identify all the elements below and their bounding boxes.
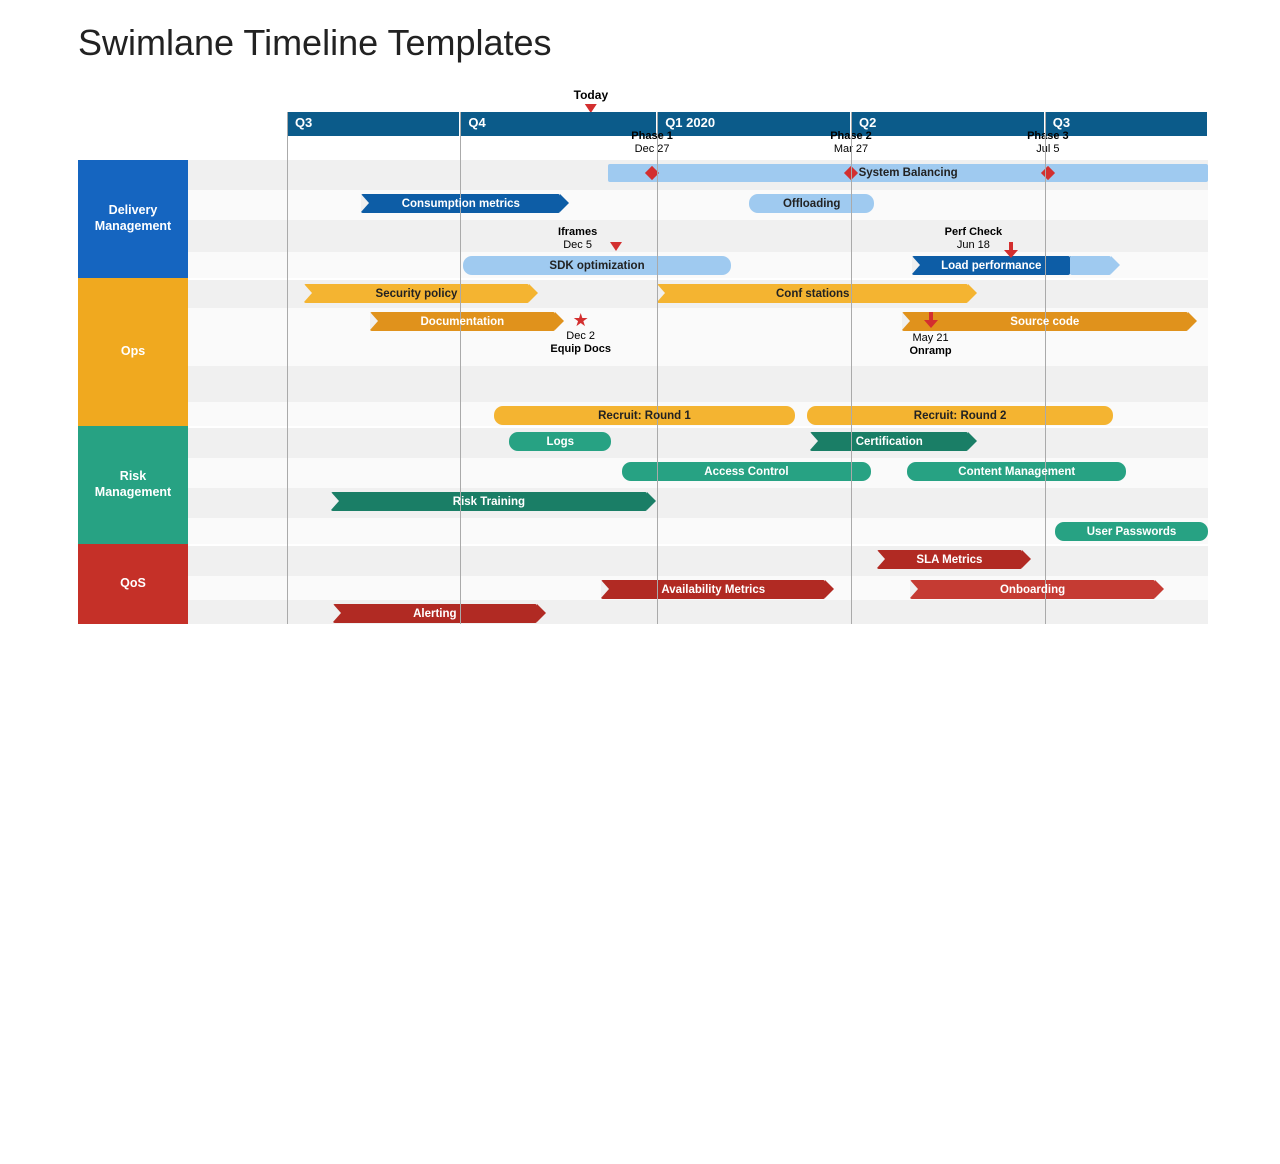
today-marker: Today — [574, 88, 608, 113]
task-label: Risk Training — [453, 496, 525, 508]
task-label: Content Management — [958, 466, 1075, 478]
quarter-header: Q4 — [460, 112, 657, 136]
gridline — [851, 112, 852, 624]
task-annotation: Perf CheckJun 18 — [945, 226, 1002, 251]
task-label: Documentation — [421, 316, 505, 328]
lane-label: Delivery Management — [78, 160, 188, 278]
task-annotation: Dec 2Equip Docs — [550, 330, 611, 355]
task-bar: Availability Metrics — [601, 580, 825, 599]
phase-label: Phase 1Dec 27 — [631, 130, 673, 155]
lane-label: QoS — [78, 544, 188, 624]
task-bar: Onboarding — [910, 580, 1155, 599]
gridline — [657, 112, 658, 624]
marker-arrow-icon — [926, 312, 936, 328]
gridline — [1045, 112, 1046, 624]
task-label: Recruit: Round 2 — [914, 410, 1007, 422]
task-bar: Access Control — [622, 462, 872, 481]
gridline — [287, 112, 288, 624]
lane-row-bg — [188, 366, 1208, 402]
task-label: Source code — [1010, 316, 1079, 328]
task-bar: System Balancing — [608, 164, 1208, 182]
task-bar: Conf stations — [657, 284, 968, 303]
task-bar: Logs — [509, 432, 611, 451]
marker-triangle-icon — [610, 242, 622, 251]
task-bar: Certification — [810, 432, 968, 451]
lane-label: Ops — [78, 278, 188, 426]
quarter-header: Q3 — [1045, 112, 1208, 136]
task-bar: Risk Training — [331, 492, 647, 511]
task-label: Load performance — [941, 260, 1041, 272]
task-bar: Load performance — [912, 256, 1070, 275]
task-bar: User Passwords — [1055, 522, 1208, 541]
milestone-star-icon: ★ — [573, 311, 589, 329]
task-label: Consumption metrics — [402, 198, 520, 210]
task-label: SDK optimization — [549, 260, 644, 272]
task-label: SLA Metrics — [916, 554, 982, 566]
task-label: Availability Metrics — [661, 584, 765, 596]
today-label: Today — [574, 88, 608, 102]
task-bar: SLA Metrics — [877, 550, 1023, 569]
task-label: Certification — [856, 436, 923, 448]
quarter-header: Q1 2020 — [657, 112, 851, 136]
task-bar: Recruit: Round 1 — [494, 406, 795, 425]
task-bar: Alerting — [333, 604, 537, 623]
task-bar: SDK optimization — [463, 256, 730, 275]
task-label: Alerting — [413, 608, 456, 620]
page-title: Swimlane Timeline Templates — [78, 22, 552, 64]
task-bar: Documentation — [370, 312, 556, 331]
task-bar: Content Management — [907, 462, 1126, 481]
task-label: Logs — [547, 436, 574, 448]
task-bar: Recruit: Round 2 — [807, 406, 1113, 425]
phase-label: Phase 3Jul 5 — [1027, 130, 1069, 155]
task-label: Recruit: Round 1 — [598, 410, 691, 422]
task-label: Conf stations — [776, 288, 849, 300]
quarter-header: Q2 — [851, 112, 1045, 136]
task-annotation: May 21Onramp — [909, 332, 951, 357]
task-annotation: IframesDec 5 — [558, 226, 597, 251]
task-bar: Security policy — [304, 284, 528, 303]
marker-arrow-icon — [1006, 242, 1016, 258]
task-label: Security policy — [376, 288, 458, 300]
lane-row-bg — [188, 190, 1208, 220]
gridline — [460, 112, 461, 624]
lane-row-bg — [188, 428, 1208, 458]
task-bar: Offloading — [749, 194, 874, 213]
quarter-header: Q3 — [287, 112, 460, 136]
task-bar-tail — [1070, 256, 1111, 275]
task-label: Onboarding — [1000, 584, 1065, 596]
swimlane-chart: TodayQ3Q4Q1 2020Q2Q3Delivery ManagementO… — [78, 88, 1208, 632]
lanes: Delivery ManagementOpsRisk ManagementQoS… — [78, 148, 1208, 1164]
task-label: Offloading — [783, 198, 841, 210]
task-label: User Passwords — [1087, 526, 1177, 538]
task-label: System Balancing — [859, 167, 958, 179]
lane-row-bg — [188, 546, 1208, 576]
task-label: Access Control — [704, 466, 788, 478]
lane-row-bg — [188, 220, 1208, 252]
lane-label: Risk Management — [78, 426, 188, 544]
